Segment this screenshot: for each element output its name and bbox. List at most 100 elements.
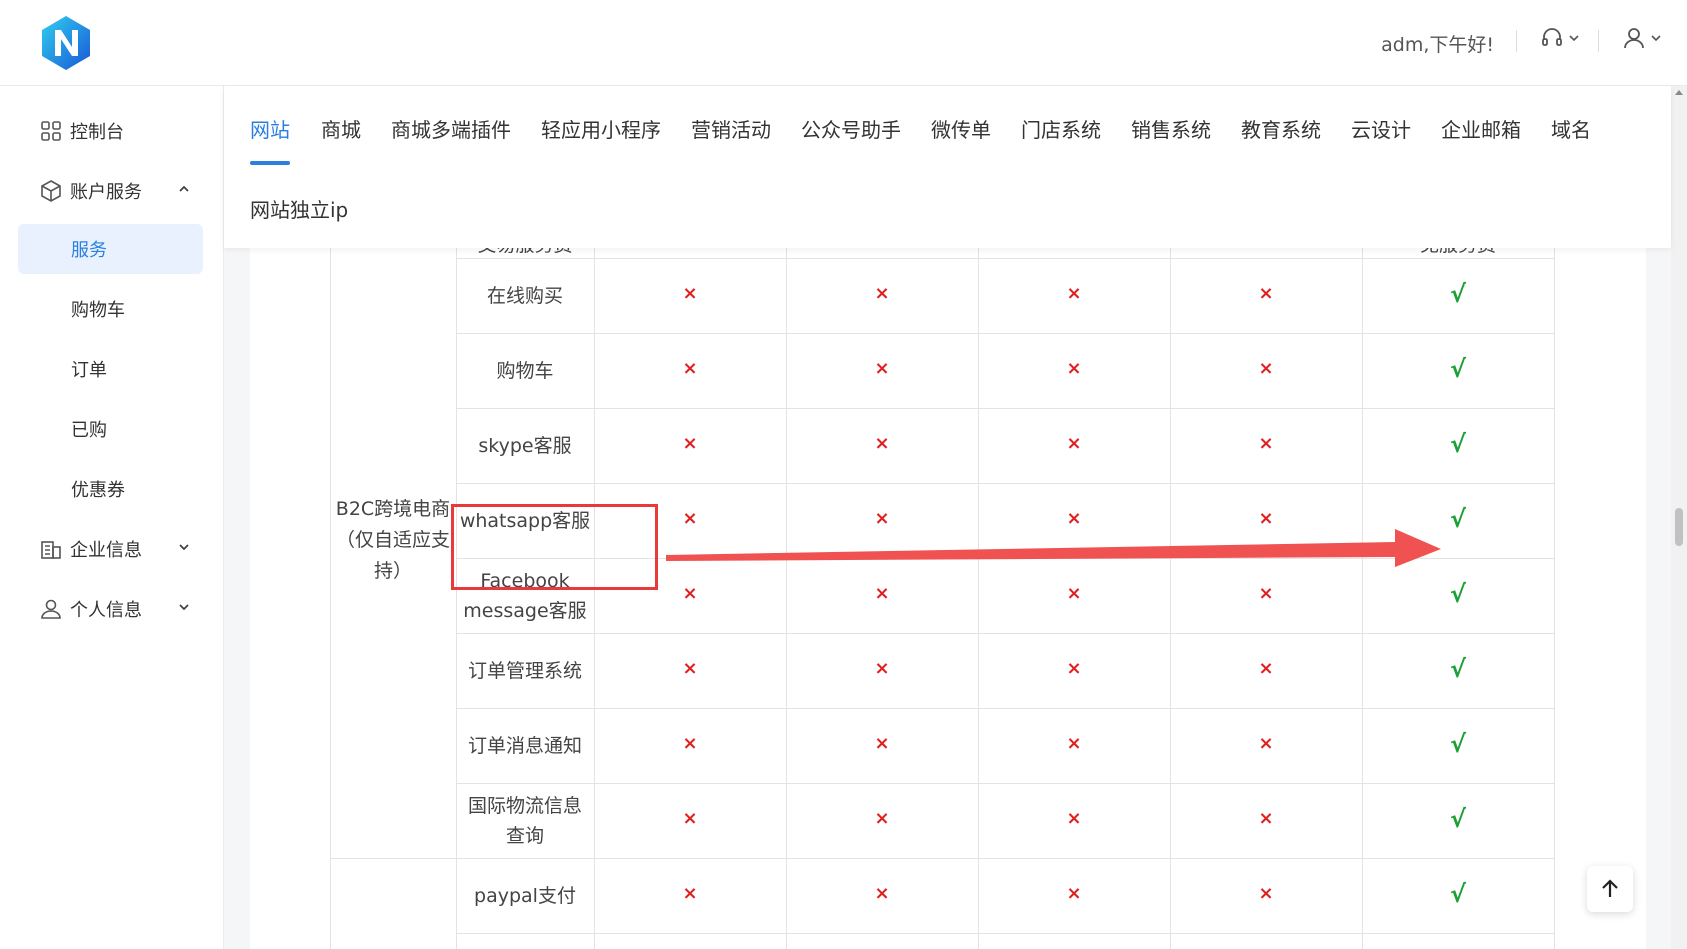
tab-dedicated-ip[interactable]: 网站独立ip — [250, 194, 348, 223]
cross-mark: × — [682, 508, 698, 529]
sidebar-item-orders[interactable]: 订单 — [18, 344, 203, 394]
check-mark: √ — [1449, 805, 1466, 833]
column-divider — [1362, 248, 1363, 949]
group-label: B2C跨境电商 （仅自适应支 持） — [335, 498, 451, 582]
user-icon — [1624, 28, 1644, 49]
row-label: 购物车 — [496, 359, 554, 382]
sidebar-item-label: 优惠券 — [71, 480, 125, 501]
cross-mark: × — [682, 733, 698, 754]
cross-mark: × — [874, 583, 890, 604]
tab-mini-program[interactable]: 轻应用小程序 — [541, 114, 661, 143]
main-content: 网站 商城 商城多端插件 轻应用小程序 营销活动 公众号助手 微传单 门店系统 … — [224, 86, 1671, 949]
chevron-down-icon — [1569, 35, 1579, 42]
row-divider — [456, 258, 1554, 259]
feature-comparison-table: 交易服务费----免服务费B2C跨境电商（仅自适应支持）在线购买××××√购物车… — [250, 248, 1646, 949]
sidebar-item-coupons[interactable]: 优惠券 — [18, 464, 203, 514]
tab-domain[interactable]: 域名 — [1551, 114, 1591, 143]
tab-official-account[interactable]: 公众号助手 — [801, 114, 901, 143]
cross-mark: × — [1066, 733, 1082, 754]
box-icon — [38, 178, 64, 204]
divider — [1598, 30, 1599, 52]
tab-education-system[interactable]: 教育系统 — [1241, 114, 1321, 143]
cross-mark: × — [682, 583, 698, 604]
sidebar: 控制台 账户服务 服务 购物车 订单 已购 优惠券 企业信息 个人信息 — [0, 86, 224, 949]
cross-mark: × — [874, 658, 890, 679]
sidebar-item-services[interactable]: 服务 — [18, 224, 203, 274]
sidebar-item-company-info[interactable]: 企业信息 — [18, 524, 203, 574]
cross-mark: × — [1066, 658, 1082, 679]
cross-mark: × — [1258, 433, 1274, 454]
cross-mark: × — [1258, 658, 1274, 679]
scroll-thumb[interactable] — [1675, 508, 1683, 546]
tab-enterprise-mail[interactable]: 企业邮箱 — [1441, 114, 1521, 143]
cross-mark: × — [1258, 808, 1274, 829]
tab-micro-flyer[interactable]: 微传单 — [931, 114, 991, 143]
tab-cloud-design[interactable]: 云设计 — [1351, 114, 1411, 143]
sidebar-item-cart[interactable]: 购物车 — [18, 284, 203, 334]
tab-mall[interactable]: 商城 — [321, 114, 361, 143]
sidebar-item-personal-info[interactable]: 个人信息 — [18, 584, 203, 634]
cross-mark: × — [1066, 508, 1082, 529]
sidebar-item-label: 已购 — [71, 420, 107, 441]
tab-website[interactable]: 网站 — [250, 114, 290, 143]
cross-mark: × — [874, 508, 890, 529]
cross-mark: × — [874, 733, 890, 754]
divider — [1516, 30, 1517, 52]
row-divider — [456, 633, 1554, 634]
scrollbar[interactable] — [1671, 86, 1687, 949]
sidebar-item-purchased[interactable]: 已购 — [18, 404, 203, 454]
check-mark: √ — [1449, 730, 1466, 758]
product-tabs: 网站 商城 商城多端插件 轻应用小程序 营销活动 公众号助手 微传单 门店系统 … — [224, 86, 1671, 248]
arrow-up-icon — [1602, 879, 1618, 897]
cross-mark: × — [1066, 433, 1082, 454]
cross-mark: × — [874, 808, 890, 829]
sidebar-item-account-services[interactable]: 账户服务 — [18, 166, 203, 216]
building-icon — [38, 536, 64, 562]
cross-mark: × — [1258, 583, 1274, 604]
tab-sales-system[interactable]: 销售系统 — [1131, 114, 1211, 143]
cross-mark: × — [874, 883, 890, 904]
chevron-down-icon — [179, 604, 189, 611]
tab-store-system[interactable]: 门店系统 — [1021, 114, 1101, 143]
cross-mark: × — [1066, 358, 1082, 379]
back-to-top-button[interactable] — [1587, 866, 1633, 912]
logo[interactable] — [38, 14, 94, 72]
sidebar-item-label: 企业信息 — [70, 540, 142, 561]
tab-mall-multi-plugin[interactable]: 商城多端插件 — [391, 114, 511, 143]
row-divider — [456, 708, 1554, 709]
row-divider — [456, 933, 1554, 934]
row-divider — [330, 858, 1554, 859]
column-divider — [786, 248, 787, 949]
cross-mark: × — [874, 433, 890, 454]
sidebar-item-label: 账户服务 — [70, 182, 142, 203]
scroll-up-arrow[interactable] — [1675, 90, 1683, 95]
cross-mark: × — [1258, 358, 1274, 379]
cross-mark: × — [682, 358, 698, 379]
dashboard-grid-icon — [38, 118, 64, 144]
cross-mark: × — [682, 283, 698, 304]
tab-marketing[interactable]: 营销活动 — [691, 114, 771, 143]
check-mark: √ — [1449, 880, 1466, 908]
column-divider — [330, 248, 331, 949]
support-menu[interactable] — [1540, 26, 1580, 50]
row-label: skype客服 — [478, 434, 572, 457]
cross-mark: × — [1066, 583, 1082, 604]
sidebar-item-label: 购物车 — [71, 300, 125, 321]
check-mark: √ — [1449, 430, 1466, 458]
row-label: 在线购买 — [486, 284, 563, 307]
headset-icon — [1542, 28, 1562, 46]
cross-mark: × — [874, 283, 890, 304]
chevron-up-icon — [179, 185, 189, 192]
cross-mark: × — [682, 658, 698, 679]
annotation-highlight-box — [451, 504, 658, 590]
sidebar-item-dashboard[interactable]: 控制台 — [18, 106, 203, 156]
row-divider — [456, 333, 1554, 334]
chevron-down-icon — [179, 544, 189, 551]
row-divider — [456, 408, 1554, 409]
column-divider — [594, 248, 595, 949]
row-divider — [456, 783, 1554, 784]
user-menu[interactable] — [1622, 26, 1662, 50]
check-mark: √ — [1449, 580, 1466, 608]
sidebar-item-label: 控制台 — [70, 122, 124, 143]
cross-mark: × — [1258, 283, 1274, 304]
